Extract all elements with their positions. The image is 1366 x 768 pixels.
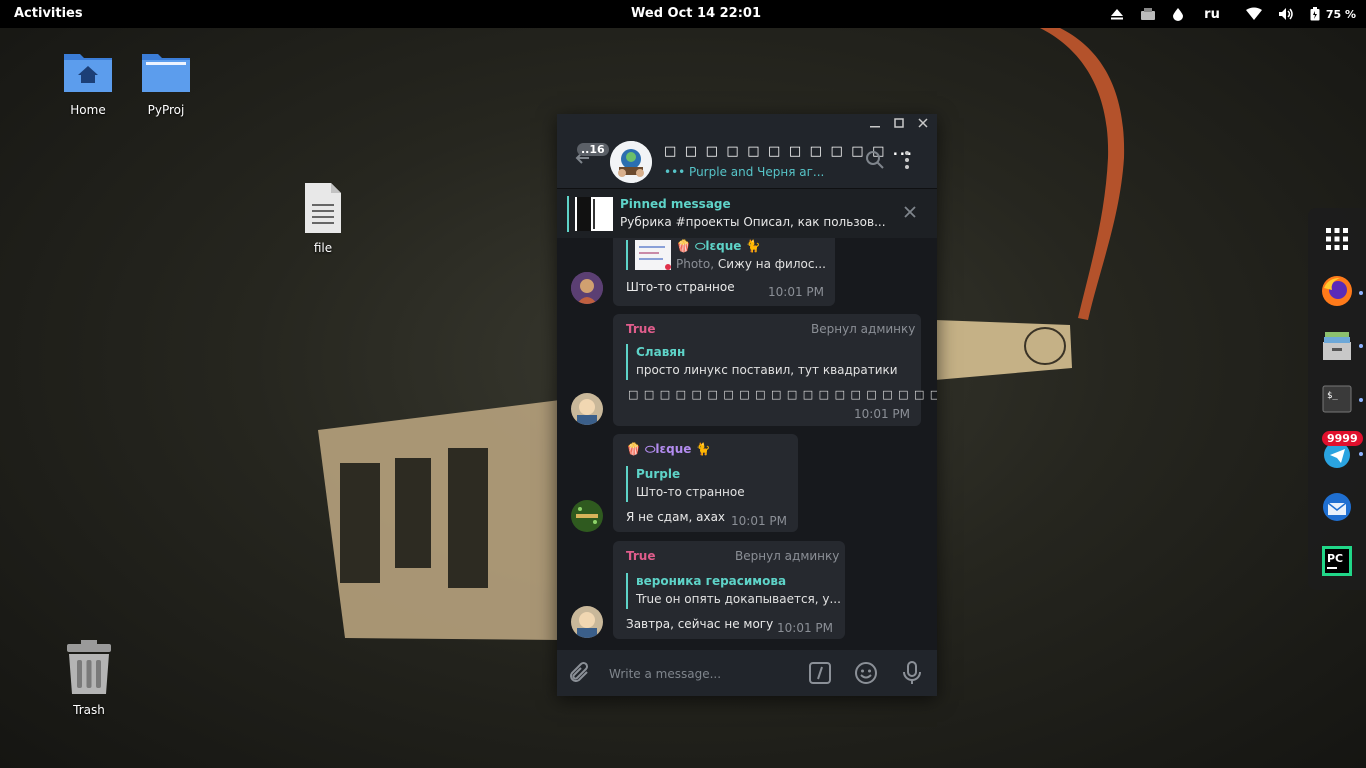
minimize-icon[interactable] bbox=[867, 117, 883, 133]
more-options-icon[interactable] bbox=[903, 150, 911, 174]
reply-quote[interactable]: вероника герасимова True он опять докапы… bbox=[626, 573, 841, 609]
message-bubble[interactable]: True Вернул админку Славян просто линукс… bbox=[613, 314, 937, 426]
reply-quote[interactable]: 🍿 ⬭lεque 🐈 Photo, Сижу на филос... bbox=[626, 239, 828, 271]
terminal-icon[interactable]: $_ bbox=[1320, 382, 1354, 416]
clock[interactable]: Wed Oct 14 22:01 bbox=[631, 6, 761, 21]
reply-author: 🍿 ⬭lεque 🐈 bbox=[676, 239, 761, 253]
message-author[interactable]: True bbox=[626, 322, 655, 336]
pycharm-icon[interactable]: PC bbox=[1320, 544, 1354, 578]
desktop-icon-trash[interactable]: Trash bbox=[44, 640, 134, 717]
search-icon[interactable] bbox=[865, 150, 885, 174]
maximize-icon[interactable] bbox=[891, 117, 907, 133]
reply-author: Славян bbox=[636, 345, 686, 359]
dock: $_ 9999 PC bbox=[1308, 208, 1366, 590]
telegram-window: ..16 □ □ □ □ □ □ □ □ □ □ □ ... ••• Purpl… bbox=[557, 114, 937, 696]
chat-header: ..16 □ □ □ □ □ □ □ □ □ □ □ ... ••• Purpl… bbox=[557, 136, 937, 188]
message-bubble[interactable]: 🍿 ⬭lεque 🐈 Purple Што-то странное Я не с… bbox=[613, 434, 798, 532]
message-text: Я не сдам, ахах bbox=[626, 510, 726, 524]
message-author[interactable]: True bbox=[626, 549, 655, 563]
reply-quote[interactable]: Славян просто линукс поставил, тут квадр… bbox=[626, 344, 908, 380]
desktop-icon-home[interactable]: Home bbox=[43, 48, 133, 117]
close-icon[interactable] bbox=[915, 117, 931, 133]
message-input[interactable] bbox=[607, 660, 801, 688]
telegram-unread-badge: 9999 bbox=[1322, 431, 1363, 446]
message-time: 10:01 PM bbox=[731, 514, 787, 528]
group-avatar[interactable] bbox=[610, 141, 652, 183]
running-indicator bbox=[1359, 291, 1363, 295]
message-list[interactable]: 🍿 ⬭lεque 🐈 Photo, Сижу на филос... Што-т… bbox=[557, 238, 937, 650]
reply-author: вероника герасимова bbox=[636, 574, 787, 588]
message-bubble[interactable]: 🍿 ⬭lεque 🐈 Photo, Сижу на филос... Што-т… bbox=[613, 238, 835, 306]
microphone-icon[interactable] bbox=[902, 661, 922, 689]
reply-quote[interactable]: Purple Што-то странное bbox=[626, 466, 788, 502]
home-folder-icon bbox=[64, 54, 112, 92]
message-text: Што-то странное bbox=[626, 280, 735, 294]
message-time: 10:01 PM bbox=[768, 285, 824, 299]
desktop-icon-pyproj[interactable]: PyProj bbox=[121, 48, 211, 117]
message-time: 10:01 PM bbox=[854, 407, 910, 421]
thunderbird-icon[interactable] bbox=[1320, 490, 1354, 524]
volume-icon[interactable] bbox=[1278, 7, 1294, 21]
pinned-text: Рубрика #проекты Описал, как пользов... bbox=[620, 215, 886, 229]
drive-icon[interactable] bbox=[1140, 7, 1156, 21]
keyboard-layout-indicator[interactable]: ru bbox=[1204, 7, 1220, 22]
reply-text: Photo, Сижу на филос... bbox=[676, 257, 826, 271]
attach-icon[interactable] bbox=[569, 661, 591, 689]
desktop-icon-label: PyProj bbox=[147, 103, 185, 117]
bot-commands-icon[interactable] bbox=[808, 661, 832, 689]
running-indicator bbox=[1359, 344, 1363, 348]
battery-icon[interactable] bbox=[1310, 7, 1320, 21]
avatar[interactable] bbox=[571, 272, 603, 304]
reply-photo-thumbnail bbox=[635, 240, 671, 270]
message-composer bbox=[557, 650, 937, 696]
desktop-icon-label: Trash bbox=[73, 703, 105, 717]
reply-author: Purple bbox=[636, 467, 681, 481]
emoji-icon[interactable] bbox=[854, 661, 878, 689]
desktop-icon-file[interactable]: file bbox=[278, 182, 368, 255]
reply-text: Што-то странное bbox=[636, 485, 745, 499]
window-titlebar[interactable] bbox=[557, 114, 937, 136]
battery-percent[interactable]: 75 % bbox=[1326, 8, 1356, 21]
avatar[interactable] bbox=[571, 606, 603, 638]
water-drop-icon[interactable] bbox=[1172, 7, 1184, 21]
admin-rank: Вернул админку bbox=[735, 549, 840, 563]
reply-text: True он опять докапывается, у... bbox=[636, 592, 841, 606]
avatar[interactable] bbox=[571, 500, 603, 532]
folder-icon bbox=[142, 54, 190, 92]
message-author[interactable]: 🍿 ⬭lεque 🐈 bbox=[626, 442, 711, 457]
admin-rank: Вернул админку bbox=[811, 322, 916, 336]
top-bar: Activities Wed Oct 14 22:01 ru 75 % bbox=[0, 0, 1366, 28]
desktop-icon-label: file bbox=[313, 241, 333, 255]
pinned-accent-bar bbox=[567, 196, 569, 232]
activities-button[interactable]: Activities bbox=[14, 6, 83, 21]
eject-icon[interactable] bbox=[1110, 7, 1124, 21]
trash-icon bbox=[67, 640, 111, 694]
svg-text:$_: $_ bbox=[1327, 391, 1338, 401]
avatar[interactable] bbox=[571, 393, 603, 425]
running-indicator bbox=[1359, 452, 1363, 456]
message-text: □ □ □ □ □ □ □ □ □ □ □ □ □ □ □ □ □ □ □ □ … bbox=[628, 388, 937, 401]
chat-status: ••• Purple and Черня аг... bbox=[664, 165, 825, 179]
svg-text:PC: PC bbox=[1327, 552, 1343, 565]
system-tray: ru 75 % bbox=[1110, 0, 1356, 28]
desktop-icon-label: Home bbox=[70, 103, 106, 117]
firefox-icon[interactable] bbox=[1320, 274, 1354, 308]
pinned-thumbnail bbox=[575, 197, 613, 231]
running-indicator bbox=[1359, 398, 1363, 402]
pinned-message-bar[interactable]: Pinned message Рубрика #проекты Описал, … bbox=[557, 188, 937, 239]
wifi-icon[interactable] bbox=[1245, 7, 1262, 21]
text-file-icon bbox=[305, 183, 341, 233]
pinned-title: Pinned message bbox=[620, 197, 731, 211]
app-grid-icon[interactable] bbox=[1320, 222, 1354, 256]
message-bubble[interactable]: True Вернул админку вероника герасимова … bbox=[613, 541, 845, 639]
message-time: 10:01 PM bbox=[777, 621, 833, 635]
message-text: Завтра, сейчас не могу bbox=[626, 617, 774, 631]
reply-body: Сижу на филос... bbox=[717, 257, 826, 271]
archive-manager-icon[interactable] bbox=[1320, 328, 1354, 362]
reply-prefix: Photo, bbox=[676, 257, 715, 271]
close-pinned-icon[interactable] bbox=[903, 203, 917, 224]
reply-text: просто линукс поставил, тут квадратики bbox=[636, 363, 898, 377]
unread-counter: ..16 bbox=[577, 143, 609, 156]
